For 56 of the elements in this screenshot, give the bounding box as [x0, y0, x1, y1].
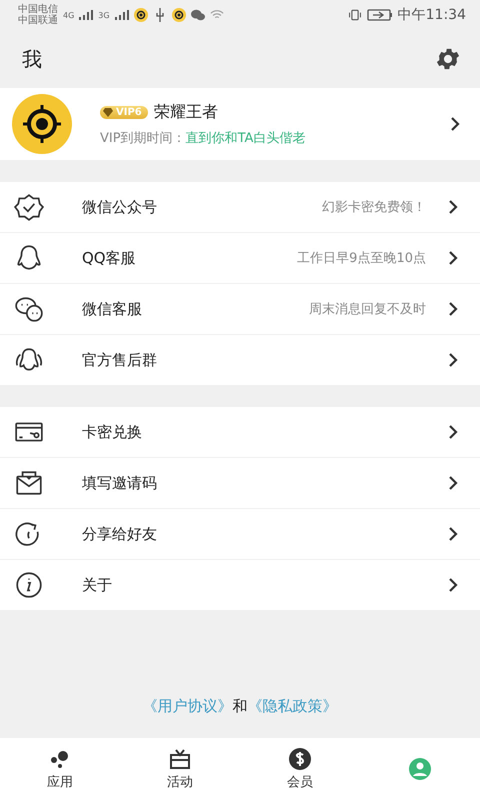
chevron-icon: [448, 475, 458, 491]
dollar-icon: [288, 747, 312, 771]
person-icon: [408, 757, 432, 781]
menu-item[interactable]: 官方售后群: [0, 335, 480, 385]
item-label: 微信公众号: [82, 198, 157, 216]
menu-item[interactable]: 微信客服 周末消息回复不及时: [0, 284, 480, 335]
vip-badge: VIP6: [100, 106, 148, 118]
menu-item[interactable]: QQ客服 工作日早9点至晚10点: [0, 233, 480, 284]
item-note: 周末消息回复不及时: [309, 301, 426, 318]
page-title: 我: [22, 46, 42, 72]
badge-check-icon: [14, 192, 44, 222]
item-note: 幻影卡密免费领！: [322, 199, 426, 216]
joiner-text: 和: [232, 697, 248, 716]
vibrate-icon: [348, 8, 362, 22]
info-icon: [14, 570, 44, 600]
avatar-icon: [12, 94, 72, 154]
carrier-name: 中国联通: [18, 15, 58, 26]
item-label: 填写邀请码: [82, 474, 157, 492]
chevron-icon: [450, 116, 460, 132]
chevron-icon: [448, 577, 458, 593]
item-note: 工作日早9点至晚10点: [297, 250, 426, 267]
item-label: 分享给好友: [82, 524, 157, 544]
item-label: 关于: [82, 576, 112, 594]
tab[interactable]: 应用: [0, 738, 120, 800]
chevron-icon: [448, 526, 458, 542]
carrier-name: 中国电信: [18, 4, 58, 15]
menu-item[interactable]: 关于: [0, 560, 480, 610]
network-type: 3G: [98, 10, 110, 20]
target-icon: [134, 8, 148, 22]
chevron-icon: [448, 352, 458, 368]
signal-icon: [79, 10, 94, 20]
signal-icon: [114, 10, 129, 20]
menu-item[interactable]: 分享给好友: [0, 509, 480, 560]
item-label: 微信客服: [82, 300, 142, 318]
clock-time: 中午11:34: [398, 6, 466, 24]
vip-expiry-label: VIP到期时间：: [100, 130, 186, 146]
network-type: 4G: [63, 10, 74, 20]
item-label: 官方售后群: [82, 350, 157, 370]
chevron-icon: [448, 301, 458, 317]
menu-item[interactable]: 微信公众号 幻影卡密免费领！: [0, 182, 480, 233]
chevron-icon: [448, 424, 458, 440]
item-label: QQ客服: [82, 248, 136, 268]
menu-item[interactable]: 卡密兑换: [0, 407, 480, 458]
menu-item[interactable]: 填写邀请码: [0, 458, 480, 509]
vip-expiry-value: 直到你和TA白头偕老: [186, 130, 306, 146]
gift-icon: [168, 747, 192, 771]
user-name: 荣耀王者: [154, 102, 218, 122]
chevron-icon: [448, 250, 458, 266]
chevron-icon: [448, 199, 458, 215]
tab[interactable]: 会员: [240, 738, 360, 800]
profile-card[interactable]: VIP6 荣耀王者 VIP到期时间：直到你和TA白头偕老: [0, 88, 480, 160]
battery-icon: [366, 9, 393, 21]
tab[interactable]: 活动: [120, 738, 240, 800]
item-label: 卡密兑换: [82, 422, 142, 442]
target-icon: [172, 8, 186, 22]
chat-icon: [190, 8, 205, 22]
